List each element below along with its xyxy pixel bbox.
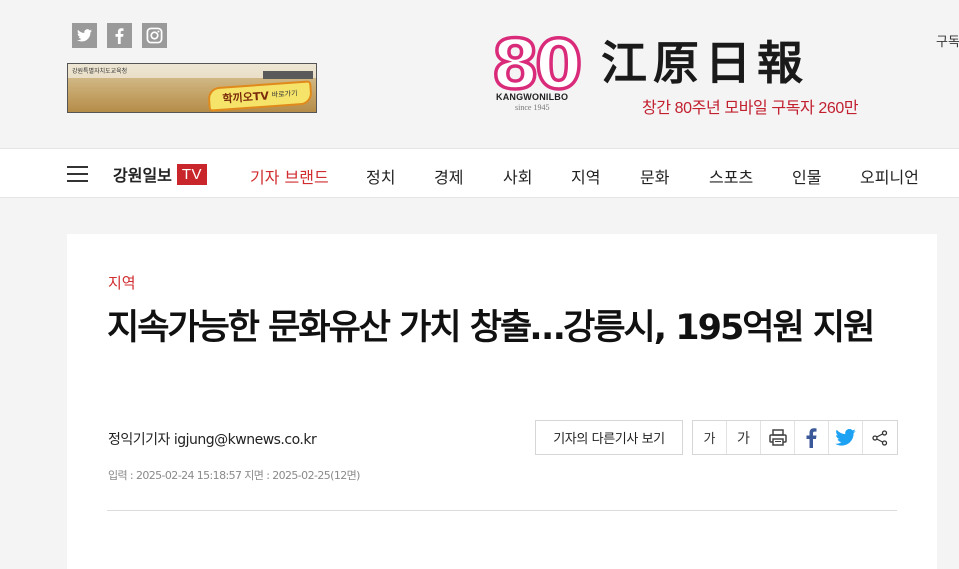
nav-item-opinion[interactable]: 오피니언: [860, 164, 919, 188]
anniversary-80-mark: 80: [490, 24, 586, 107]
nav-item-politics[interactable]: 정치: [366, 164, 395, 188]
subscribe-link[interactable]: 구독: [936, 31, 959, 50]
nav-item-region[interactable]: 지역: [571, 164, 600, 188]
site-header: 강원특별자치도교육청 학끼오TV 바로가기 80 KANGWONILBO sin…: [0, 0, 959, 147]
article-byline: 정익기기자 igjung@kwnews.co.kr: [108, 432, 317, 448]
nav-item-sports[interactable]: 스포츠: [709, 164, 753, 188]
share-icon[interactable]: [863, 421, 897, 454]
nav-item-people[interactable]: 인물: [792, 164, 821, 188]
article-divider: [107, 510, 897, 511]
banner-org-text: 강원특별자치도교육청: [72, 68, 128, 75]
font-increase-button[interactable]: 가: [727, 421, 761, 454]
instagram-icon[interactable]: [142, 23, 167, 48]
article-section[interactable]: 지역: [108, 272, 136, 293]
main-nav: 강원일보 TV 기자 브랜드 정치 경제 사회 지역 문화 스포츠 인물 오피니…: [0, 148, 959, 198]
site-logo[interactable]: 江原日報: [601, 34, 809, 92]
banner-subtitle: 바로가기: [271, 89, 298, 100]
brand-tv-link[interactable]: 강원일보 TV: [113, 162, 208, 186]
logo-brand-latin: KANGWONILBO: [496, 92, 569, 102]
article-dates: 입력 : 2025-02-24 15:18:57 지면 : 2025-02-25…: [108, 469, 360, 482]
article-toolbar: 가 가: [692, 420, 898, 455]
print-icon[interactable]: [761, 421, 795, 454]
tagline: 창간 80주년 모바일 구독자 260만: [642, 100, 859, 117]
tv-badge: TV: [176, 163, 208, 185]
twitter-share-icon[interactable]: [829, 421, 863, 454]
logo-since: since 1945: [515, 103, 550, 112]
brand-tv-name: 강원일보: [113, 166, 172, 185]
banner-building-image: [263, 71, 313, 79]
facebook-icon[interactable]: [107, 23, 132, 48]
font-decrease-button[interactable]: 가: [693, 421, 727, 454]
article-card: 지역 지속가능한 문화유산 가치 창출…강릉시, 195억원 지원 정익기기자 …: [67, 234, 937, 569]
nav-item-economy[interactable]: 경제: [434, 164, 463, 188]
nav-item-culture[interactable]: 문화: [640, 164, 669, 188]
twitter-icon[interactable]: [72, 23, 97, 48]
menu-icon[interactable]: [67, 165, 88, 182]
promo-banner[interactable]: 강원특별자치도교육청 학끼오TV 바로가기: [67, 63, 317, 113]
banner-title: 학끼오TV: [222, 89, 270, 106]
facebook-share-icon[interactable]: [795, 421, 829, 454]
nav-item-reporter-brand[interactable]: 기자 브랜드: [250, 164, 329, 188]
svg-text:80: 80: [492, 32, 580, 94]
banner-tv-badge: 학끼오TV 바로가기: [207, 80, 313, 112]
anniversary-logo[interactable]: 80 KANGWONILBO since 1945: [482, 24, 588, 114]
article-headline: 지속가능한 문화유산 가치 창출…강릉시, 195억원 지원: [107, 308, 875, 348]
social-links: [72, 23, 167, 48]
other-articles-button[interactable]: 기자의 다른기사 보기: [535, 420, 683, 455]
nav-item-society[interactable]: 사회: [503, 164, 532, 188]
